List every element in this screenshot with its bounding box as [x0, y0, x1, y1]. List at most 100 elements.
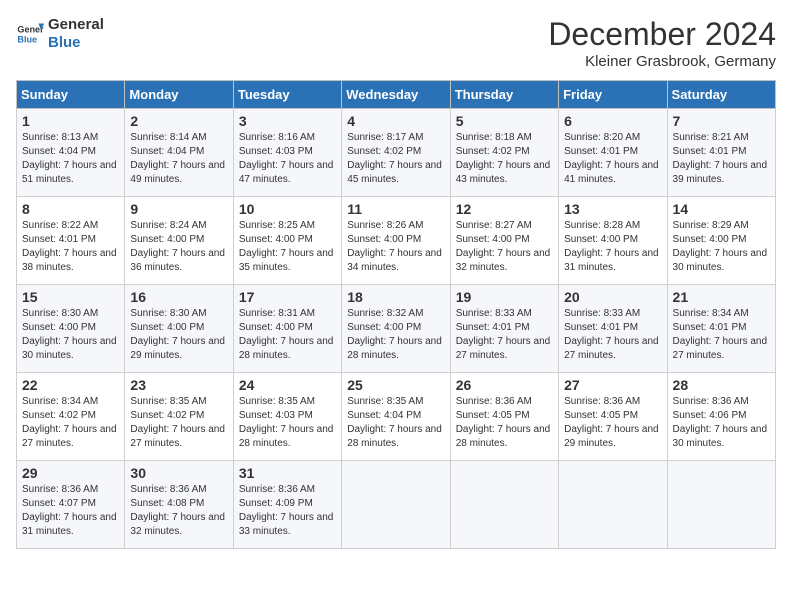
day-info: Sunrise: 8:21 AM Sunset: 4:01 PM Dayligh… — [673, 131, 770, 187]
day-info: Sunrise: 8:24 AM Sunset: 4:00 PM Dayligh… — [130, 219, 227, 275]
calendar-cell: 28 Sunrise: 8:36 AM Sunset: 4:06 PM Dayli… — [667, 373, 775, 461]
calendar-cell: 18 Sunrise: 8:32 AM Sunset: 4:00 PM Dayli… — [342, 285, 450, 373]
day-number: 11 — [347, 201, 444, 217]
day-number: 30 — [130, 465, 227, 481]
calendar-cell: 17 Sunrise: 8:31 AM Sunset: 4:00 PM Dayli… — [233, 285, 341, 373]
day-number: 31 — [239, 465, 336, 481]
day-info: Sunrise: 8:32 AM Sunset: 4:00 PM Dayligh… — [347, 307, 444, 363]
calendar-cell: 11Sunrise: 8:26 AM Sunset: 4:00 PM Dayli… — [342, 197, 450, 285]
month-title: December 2024 — [548, 16, 776, 53]
calendar-cell: 5 Sunrise: 8:18 AM Sunset: 4:02 PM Daylig… — [450, 109, 558, 197]
calendar-cell: 26 Sunrise: 8:36 AM Sunset: 4:05 PM Dayli… — [450, 373, 558, 461]
day-number: 24 — [239, 377, 336, 393]
day-number: 9 — [130, 201, 227, 217]
day-info: Sunrise: 8:20 AM Sunset: 4:01 PM Dayligh… — [564, 131, 661, 187]
day-number: 28 — [673, 377, 770, 393]
calendar-cell: 3 Sunrise: 8:16 AM Sunset: 4:03 PM Daylig… — [233, 109, 341, 197]
calendar-cell: 31Sunrise: 8:36 AM Sunset: 4:09 PM Dayli… — [233, 461, 341, 549]
day-info: Sunrise: 8:34 AM Sunset: 4:02 PM Dayligh… — [22, 395, 119, 451]
page-header: General Blue General Blue December 2024 … — [16, 16, 776, 70]
day-info: Sunrise: 8:14 AM Sunset: 4:04 PM Dayligh… — [130, 131, 227, 187]
calendar-cell: 7 Sunrise: 8:21 AM Sunset: 4:01 PM Daylig… — [667, 109, 775, 197]
day-info: Sunrise: 8:35 AM Sunset: 4:02 PM Dayligh… — [130, 395, 227, 451]
logo-text-blue: Blue — [48, 34, 104, 52]
day-number: 6 — [564, 113, 661, 129]
header-wednesday: Wednesday — [342, 81, 450, 109]
day-number: 17 — [239, 289, 336, 305]
calendar-cell: 24 Sunrise: 8:35 AM Sunset: 4:03 PM Dayli… — [233, 373, 341, 461]
calendar-cell: 20 Sunrise: 8:33 AM Sunset: 4:01 PM Dayli… — [559, 285, 667, 373]
day-info: Sunrise: 8:22 AM Sunset: 4:01 PM Dayligh… — [22, 219, 119, 275]
calendar-cell: 9 Sunrise: 8:24 AM Sunset: 4:00 PM Daylig… — [125, 197, 233, 285]
header-thursday: Thursday — [450, 81, 558, 109]
day-number: 7 — [673, 113, 770, 129]
day-number: 13 — [564, 201, 661, 217]
day-info: Sunrise: 8:17 AM Sunset: 4:02 PM Dayligh… — [347, 131, 444, 187]
logo-text-general: General — [48, 16, 104, 34]
day-info: Sunrise: 8:35 AM Sunset: 4:04 PM Dayligh… — [347, 395, 444, 451]
calendar-cell: 4 Sunrise: 8:17 AM Sunset: 4:02 PM Daylig… — [342, 109, 450, 197]
day-info: Sunrise: 8:16 AM Sunset: 4:03 PM Dayligh… — [239, 131, 336, 187]
day-info: Sunrise: 8:13 AM Sunset: 4:04 PM Dayligh… — [22, 131, 119, 187]
day-info: Sunrise: 8:27 AM Sunset: 4:00 PM Dayligh… — [456, 219, 553, 275]
calendar-cell — [450, 461, 558, 549]
day-number: 15 — [22, 289, 119, 305]
day-info: Sunrise: 8:36 AM Sunset: 4:07 PM Dayligh… — [22, 483, 119, 539]
day-number: 3 — [239, 113, 336, 129]
calendar-table: SundayMondayTuesdayWednesdayThursdayFrid… — [16, 80, 776, 549]
day-info: Sunrise: 8:28 AM Sunset: 4:00 PM Dayligh… — [564, 219, 661, 275]
day-number: 23 — [130, 377, 227, 393]
day-info: Sunrise: 8:33 AM Sunset: 4:01 PM Dayligh… — [456, 307, 553, 363]
day-info: Sunrise: 8:36 AM Sunset: 4:06 PM Dayligh… — [673, 395, 770, 451]
week-row-3: 15 Sunrise: 8:30 AM Sunset: 4:00 PM Dayli… — [17, 285, 776, 373]
day-info: Sunrise: 8:35 AM Sunset: 4:03 PM Dayligh… — [239, 395, 336, 451]
calendar-header-row: SundayMondayTuesdayWednesdayThursdayFrid… — [17, 81, 776, 109]
day-number: 21 — [673, 289, 770, 305]
calendar-cell: 1 Sunrise: 8:13 AM Sunset: 4:04 PM Daylig… — [17, 109, 125, 197]
week-row-1: 1 Sunrise: 8:13 AM Sunset: 4:04 PM Daylig… — [17, 109, 776, 197]
week-row-2: 8 Sunrise: 8:22 AM Sunset: 4:01 PM Daylig… — [17, 197, 776, 285]
day-number: 5 — [456, 113, 553, 129]
day-info: Sunrise: 8:30 AM Sunset: 4:00 PM Dayligh… — [22, 307, 119, 363]
header-monday: Monday — [125, 81, 233, 109]
day-number: 4 — [347, 113, 444, 129]
logo-icon: General Blue — [16, 20, 44, 48]
day-info: Sunrise: 8:33 AM Sunset: 4:01 PM Dayligh… — [564, 307, 661, 363]
header-tuesday: Tuesday — [233, 81, 341, 109]
calendar-cell: 10Sunrise: 8:25 AM Sunset: 4:00 PM Dayli… — [233, 197, 341, 285]
day-number: 8 — [22, 201, 119, 217]
calendar-cell — [342, 461, 450, 549]
week-row-5: 29 Sunrise: 8:36 AM Sunset: 4:07 PM Dayli… — [17, 461, 776, 549]
day-number: 29 — [22, 465, 119, 481]
day-number: 18 — [347, 289, 444, 305]
calendar-cell: 23 Sunrise: 8:35 AM Sunset: 4:02 PM Dayli… — [125, 373, 233, 461]
day-info: Sunrise: 8:18 AM Sunset: 4:02 PM Dayligh… — [456, 131, 553, 187]
header-friday: Friday — [559, 81, 667, 109]
day-number: 10 — [239, 201, 336, 217]
calendar-cell: 19 Sunrise: 8:33 AM Sunset: 4:01 PM Dayli… — [450, 285, 558, 373]
day-info: Sunrise: 8:29 AM Sunset: 4:00 PM Dayligh… — [673, 219, 770, 275]
day-number: 20 — [564, 289, 661, 305]
calendar-cell: 27Sunrise: 8:36 AM Sunset: 4:05 PM Dayli… — [559, 373, 667, 461]
day-info: Sunrise: 8:36 AM Sunset: 4:05 PM Dayligh… — [456, 395, 553, 451]
day-info: Sunrise: 8:31 AM Sunset: 4:00 PM Dayligh… — [239, 307, 336, 363]
day-number: 19 — [456, 289, 553, 305]
calendar-cell: 21 Sunrise: 8:34 AM Sunset: 4:01 PM Dayli… — [667, 285, 775, 373]
week-row-4: 22 Sunrise: 8:34 AM Sunset: 4:02 PM Dayli… — [17, 373, 776, 461]
day-info: Sunrise: 8:34 AM Sunset: 4:01 PM Dayligh… — [673, 307, 770, 363]
calendar-cell: 12Sunrise: 8:27 AM Sunset: 4:00 PM Dayli… — [450, 197, 558, 285]
calendar-cell: 22 Sunrise: 8:34 AM Sunset: 4:02 PM Dayli… — [17, 373, 125, 461]
calendar-cell: 15 Sunrise: 8:30 AM Sunset: 4:00 PM Dayli… — [17, 285, 125, 373]
calendar-cell: 6 Sunrise: 8:20 AM Sunset: 4:01 PM Daylig… — [559, 109, 667, 197]
logo: General Blue General Blue — [16, 16, 104, 52]
day-number: 27 — [564, 377, 661, 393]
day-number: 26 — [456, 377, 553, 393]
day-number: 2 — [130, 113, 227, 129]
calendar-cell: 30Sunrise: 8:36 AM Sunset: 4:08 PM Dayli… — [125, 461, 233, 549]
calendar-cell — [667, 461, 775, 549]
header-sunday: Sunday — [17, 81, 125, 109]
day-number: 16 — [130, 289, 227, 305]
day-number: 22 — [22, 377, 119, 393]
day-number: 1 — [22, 113, 119, 129]
svg-text:Blue: Blue — [17, 34, 37, 44]
